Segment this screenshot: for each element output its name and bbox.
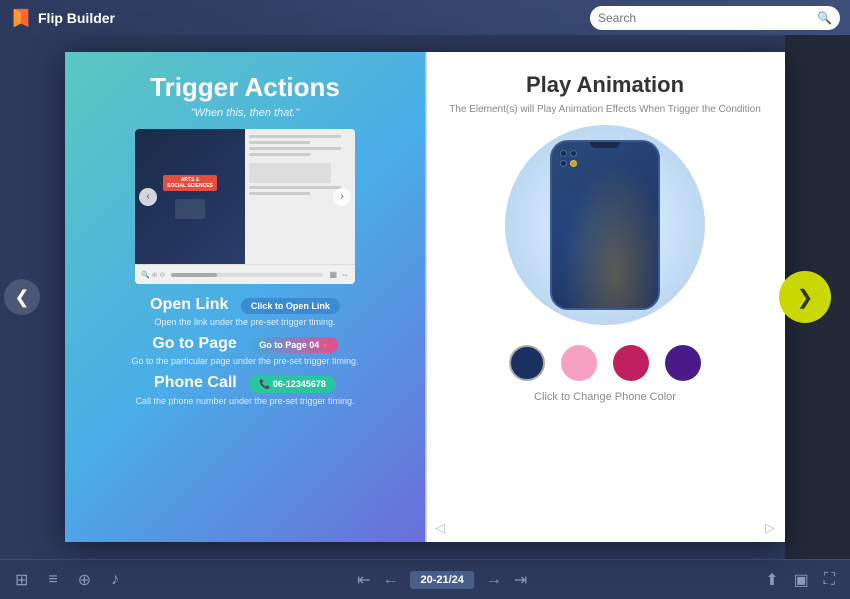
nav-left-button[interactable]: ❮ <box>4 279 40 315</box>
search-icon[interactable]: 🔍 <box>817 11 832 25</box>
first-page-button[interactable]: ⇤ <box>357 570 370 590</box>
bottom-center-nav: ⇤ ← 20-21/24 → ⇥ <box>357 570 527 590</box>
phone-call-title: Phone Call 📞 06-12345678 <box>80 374 410 393</box>
phone-call-desc: Call the phone number under the pre-set … <box>80 396 410 406</box>
left-page: Trigger Actions "When this, then that." … <box>65 52 425 542</box>
right-page: Play Animation The Element(s) will Play … <box>425 52 785 542</box>
main-content: ❮ Trigger Actions "When this, then that.… <box>0 35 850 559</box>
audio-icon[interactable]: ♪ <box>111 571 119 589</box>
mini-text-line <box>249 135 341 138</box>
search-input[interactable] <box>598 11 817 25</box>
goto-page-title: Go to Page Go to Page 04 ● <box>80 335 410 353</box>
goto-page-button[interactable]: Go to Page 04 ● <box>249 337 337 353</box>
fullscreen-icon[interactable]: ⛶ <box>824 571 835 589</box>
logo-icon <box>10 7 32 29</box>
mini-text-line <box>249 141 310 144</box>
mini-book-badge: ARTS &SOCIAL SCIENCES <box>163 175 217 191</box>
page-corner-left[interactable]: ◁ <box>435 520 445 536</box>
book-spread: Trigger Actions "When this, then that." … <box>65 52 785 542</box>
phone-call-button[interactable]: 📞 06-12345678 <box>249 376 336 393</box>
action-row-open-link: Open Link Click to Open Link Open the li… <box>80 296 410 327</box>
mini-text-line <box>249 147 341 150</box>
bottom-left-icons: ⊞ ≡ ⊕ ♪ <box>15 570 119 590</box>
phone-body <box>550 140 660 310</box>
phone-vol-button2 <box>550 197 552 211</box>
page-corner-right[interactable]: ▷ <box>765 520 775 536</box>
right-page-desc: The Element(s) will Play Animation Effec… <box>449 104 761 115</box>
share-icon[interactable]: ⬆ <box>765 570 778 590</box>
bottom-right-icons: ⬆ ▣ ⛶ <box>765 570 835 590</box>
phone-screen-glow <box>552 142 658 308</box>
zoom-icon[interactable]: ⊕ <box>78 570 91 590</box>
open-link-desc: Open the link under the pre-set trigger … <box>80 317 410 327</box>
color-swatch-rose[interactable] <box>613 345 649 381</box>
mini-viewer-toolbar: 🔍 ⊕ ⊖ ▦⇔ <box>135 264 355 284</box>
mini-prev-button[interactable]: ‹ <box>139 188 157 206</box>
left-arrow-icon: ❮ <box>14 287 29 308</box>
screen-icon[interactable]: ▣ <box>794 570 809 590</box>
phone-side-button <box>658 182 660 202</box>
color-caption: Click to Change Phone Color <box>534 391 676 403</box>
mini-toolbar-icons: ▦⇔ <box>329 270 349 279</box>
color-swatch-navy[interactable] <box>509 345 545 381</box>
logo-area: Flip Builder <box>10 7 115 29</box>
grid-view-icon[interactable]: ⊞ <box>15 570 28 590</box>
action-row-goto-page: Go to Page Go to Page 04 ● Go to the par… <box>80 335 410 366</box>
mini-text-line <box>249 192 310 195</box>
goto-page-desc: Go to the particular page under the pre-… <box>80 356 410 366</box>
search-bar[interactable]: 🔍 <box>590 6 840 30</box>
right-page-title: Play Animation <box>526 72 684 98</box>
next-page-button[interactable]: → <box>486 571 502 589</box>
color-swatch-purple[interactable] <box>665 345 701 381</box>
mini-next-button[interactable]: › <box>333 188 351 206</box>
nav-right-button[interactable]: ❯ <box>779 271 831 323</box>
phone-vol-button <box>550 177 552 191</box>
left-page-title: Trigger Actions <box>150 72 340 103</box>
mini-text-line <box>249 186 341 189</box>
phone-mockup <box>550 140 660 310</box>
prev-page-button[interactable]: ← <box>382 571 398 589</box>
bottom-toolbar: ⊞ ≡ ⊕ ♪ ⇤ ← 20-21/24 → ⇥ ⬆ ▣ ⛶ <box>0 559 850 599</box>
mini-book-viewer: ARTS &SOCIAL SCIENCES ‹ › <box>135 129 355 284</box>
open-link-button[interactable]: Click to Open Link <box>241 298 340 314</box>
open-link-title: Open Link Click to Open Link <box>80 296 410 314</box>
mini-text-line <box>249 153 310 156</box>
logo-text: Flip Builder <box>38 10 115 26</box>
list-view-icon[interactable]: ≡ <box>48 571 57 589</box>
book-spine <box>425 52 427 542</box>
mini-book-content: ARTS &SOCIAL SCIENCES ‹ › <box>135 129 355 264</box>
page-indicator[interactable]: 20-21/24 <box>410 571 473 589</box>
color-swatch-pink[interactable] <box>561 345 597 381</box>
last-page-button[interactable]: ⇥ <box>514 570 527 590</box>
header: Flip Builder 🔍 <box>0 0 850 35</box>
phone-circle-bg <box>505 125 705 325</box>
color-swatches <box>509 345 701 381</box>
left-page-subtitle: "When this, then that." <box>191 107 300 119</box>
action-row-phone-call: Phone Call 📞 06-12345678 Call the phone … <box>80 374 410 406</box>
right-arrow-icon: ❯ <box>797 285 814 310</box>
